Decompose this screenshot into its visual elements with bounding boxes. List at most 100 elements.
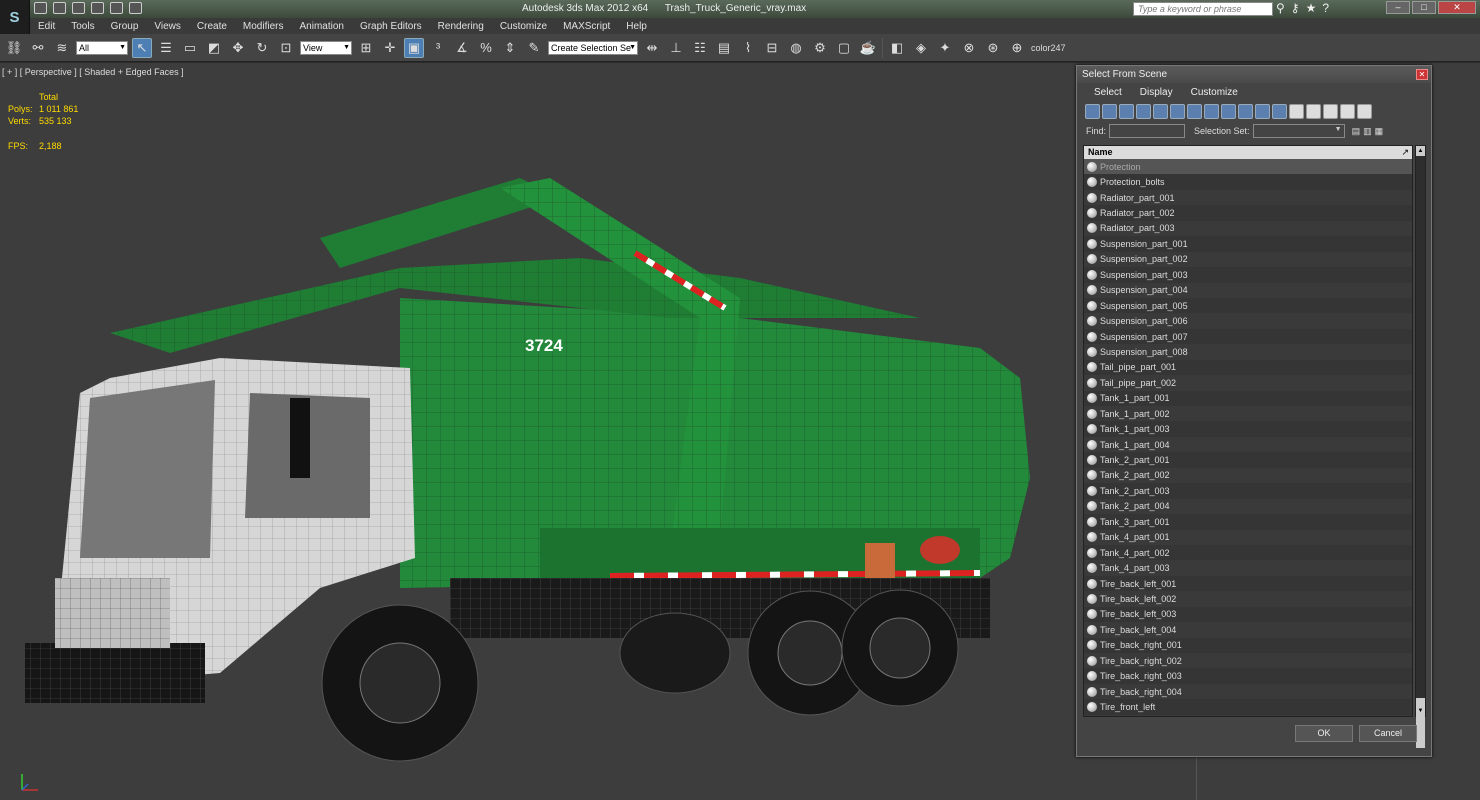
display-bones-icon[interactable] <box>1221 103 1236 119</box>
align-icon[interactable]: ⊥ <box>666 38 686 58</box>
list-item[interactable]: Suspension_part_006 <box>1084 313 1412 328</box>
render-production-icon[interactable]: ☕ <box>858 38 878 58</box>
list-item[interactable]: Radiator_part_001 <box>1084 190 1412 205</box>
ok-button[interactable]: OK <box>1295 725 1353 742</box>
list-item[interactable]: Tire_back_right_001 <box>1084 637 1412 653</box>
render-setup-icon[interactable]: ⚙ <box>810 38 830 58</box>
help-icon[interactable]: ? <box>1322 1 1329 15</box>
ribbon-icon[interactable]: ▤ <box>714 38 734 58</box>
list-item[interactable]: Tank_2_part_001 <box>1084 452 1412 468</box>
dialog-menu-customize[interactable]: Customize <box>1191 87 1238 98</box>
percent-snap-icon[interactable]: % <box>476 38 496 58</box>
redo-icon[interactable] <box>110 2 123 14</box>
minimize-button[interactable]: – <box>1386 1 1410 14</box>
key-icon[interactable]: ⚷ <box>1291 1 1300 15</box>
scale-icon[interactable]: ⊡ <box>276 38 296 58</box>
display-groups-icon[interactable] <box>1187 103 1202 119</box>
display-geometry-icon[interactable] <box>1085 103 1100 119</box>
display-shapes-icon[interactable] <box>1102 103 1117 119</box>
display-cameras-icon[interactable] <box>1136 103 1151 119</box>
name-column-header[interactable]: Name ↗ <box>1084 146 1412 159</box>
pivot-center-icon[interactable]: ⊞ <box>356 38 376 58</box>
bind-space-warp-icon[interactable]: ≋ <box>52 38 72 58</box>
list-item[interactable]: Suspension_part_004 <box>1084 283 1412 298</box>
list-scrollbar[interactable]: ▲ ▼ <box>1415 145 1426 748</box>
keyboard-shortcut-override-icon[interactable]: ▣ <box>404 37 424 58</box>
list-item[interactable]: Protection_bolts <box>1084 174 1412 190</box>
display-helpers-icon[interactable] <box>1153 103 1168 119</box>
list-item[interactable]: Tire_front_left <box>1084 699 1412 715</box>
list-item[interactable]: Suspension_part_003 <box>1084 267 1412 283</box>
find-input[interactable] <box>1109 124 1186 138</box>
list-item[interactable]: Tank_3_part_001 <box>1084 514 1412 530</box>
reference-coordinate-dropdown[interactable]: View <box>300 40 352 55</box>
maximize-button[interactable]: □ <box>1412 1 1436 14</box>
vray-mesh-export-icon[interactable]: ⊗ <box>959 38 979 58</box>
display-none-icon[interactable] <box>1306 103 1321 119</box>
trash-truck-model[interactable]: 3724 <box>20 118 1040 788</box>
list-item[interactable]: Tank_4_part_003 <box>1084 560 1412 575</box>
angle-snap-icon[interactable]: ∡ <box>452 38 472 58</box>
list-item[interactable]: Tire_back_left_003 <box>1084 606 1412 623</box>
list-item[interactable]: Tire_back_right_003 <box>1084 668 1412 684</box>
snap-toggle-icon[interactable]: ³ <box>428 38 448 58</box>
list-item[interactable]: Tire_back_left_004 <box>1084 622 1412 637</box>
menu-views[interactable]: Views <box>146 21 189 32</box>
list-item[interactable]: Suspension_part_008 <box>1084 344 1412 359</box>
list-item[interactable]: Protection <box>1084 159 1412 175</box>
named-selection-dropdown[interactable]: Create Selection Se <box>548 40 638 55</box>
funnel-icon[interactable] <box>1357 103 1372 119</box>
list-item[interactable]: Tank_2_part_003 <box>1084 483 1412 499</box>
filter-icon[interactable] <box>1340 103 1355 119</box>
list-item[interactable]: Tire_back_right_002 <box>1084 653 1412 668</box>
scene-object-list[interactable]: Name ↗ Protection Protection_bolts Radiato… <box>1083 145 1413 717</box>
display-space-warps-icon[interactable] <box>1170 103 1185 119</box>
project-folder-icon[interactable] <box>129 2 142 14</box>
star-icon[interactable]: ★ <box>1306 1 1317 15</box>
new-file-icon[interactable] <box>34 2 47 14</box>
vray-proxy-icon[interactable]: ⊛ <box>983 38 1003 58</box>
dialog-title-bar[interactable]: Select From Scene ✕ <box>1077 66 1431 83</box>
list-item[interactable]: Suspension_part_001 <box>1084 236 1412 252</box>
select-by-name-icon[interactable]: ☰ <box>156 38 176 58</box>
scroll-down-arrow[interactable]: ▼ <box>1416 706 1425 716</box>
selection-filter-dropdown[interactable]: All <box>76 40 128 55</box>
dialog-menu-display[interactable]: Display <box>1140 87 1173 98</box>
select-invert-icon[interactable]: ▦ <box>1375 126 1384 137</box>
list-item[interactable]: Tank_2_part_004 <box>1084 499 1412 514</box>
select-none-icon[interactable]: ▥ <box>1363 126 1372 137</box>
list-item[interactable]: Suspension_part_005 <box>1084 297 1412 314</box>
menu-edit[interactable]: Edit <box>30 21 63 32</box>
menu-help[interactable]: Help <box>618 21 655 32</box>
list-item[interactable]: Suspension_part_007 <box>1084 328 1412 345</box>
select-all-icon[interactable]: ▤ <box>1352 126 1361 137</box>
list-item[interactable]: Tank_2_part_002 <box>1084 468 1412 483</box>
display-xrefs-icon[interactable] <box>1204 103 1219 119</box>
list-item[interactable]: Tank_4_part_001 <box>1084 530 1412 545</box>
edit-named-selection-icon[interactable]: ✎ <box>524 38 544 58</box>
display-lights-icon[interactable] <box>1119 103 1134 119</box>
select-object-icon[interactable]: ↖ <box>132 37 152 58</box>
mirror-icon[interactable]: ⇹ <box>642 38 662 58</box>
list-item[interactable]: Tank_1_part_004 <box>1084 437 1412 452</box>
move-icon[interactable]: ✥ <box>228 38 248 58</box>
list-item[interactable]: Tire_back_left_001 <box>1084 575 1412 592</box>
menu-group[interactable]: Group <box>103 21 147 32</box>
window-crossing-icon[interactable]: ◩ <box>204 38 224 58</box>
material-editor-icon[interactable]: ◍ <box>786 38 806 58</box>
rectangular-selection-icon[interactable]: ▭ <box>180 38 200 58</box>
manipulate-icon[interactable]: ✛ <box>380 38 400 58</box>
spinner-snap-icon[interactable]: ⇕ <box>500 38 520 58</box>
list-item[interactable]: Radiator_part_003 <box>1084 221 1412 236</box>
close-button[interactable]: ✕ <box>1438 1 1476 14</box>
menu-animation[interactable]: Animation <box>291 21 351 32</box>
menu-tools[interactable]: Tools <box>63 21 102 32</box>
binoculars-icon[interactable]: ⚲ <box>1276 1 1285 15</box>
vray-sphere-icon[interactable]: ⊕ <box>1007 38 1027 58</box>
display-all-icon[interactable] <box>1289 103 1304 119</box>
display-invert-icon[interactable] <box>1323 103 1338 119</box>
viewport-label[interactable]: [ + ] [ Perspective ] [ Shaded + Edged F… <box>2 67 184 77</box>
undo-icon[interactable] <box>91 2 104 14</box>
list-item[interactable]: Tire_back_right_004 <box>1084 684 1412 699</box>
list-item[interactable]: Tank_1_part_003 <box>1084 421 1412 437</box>
